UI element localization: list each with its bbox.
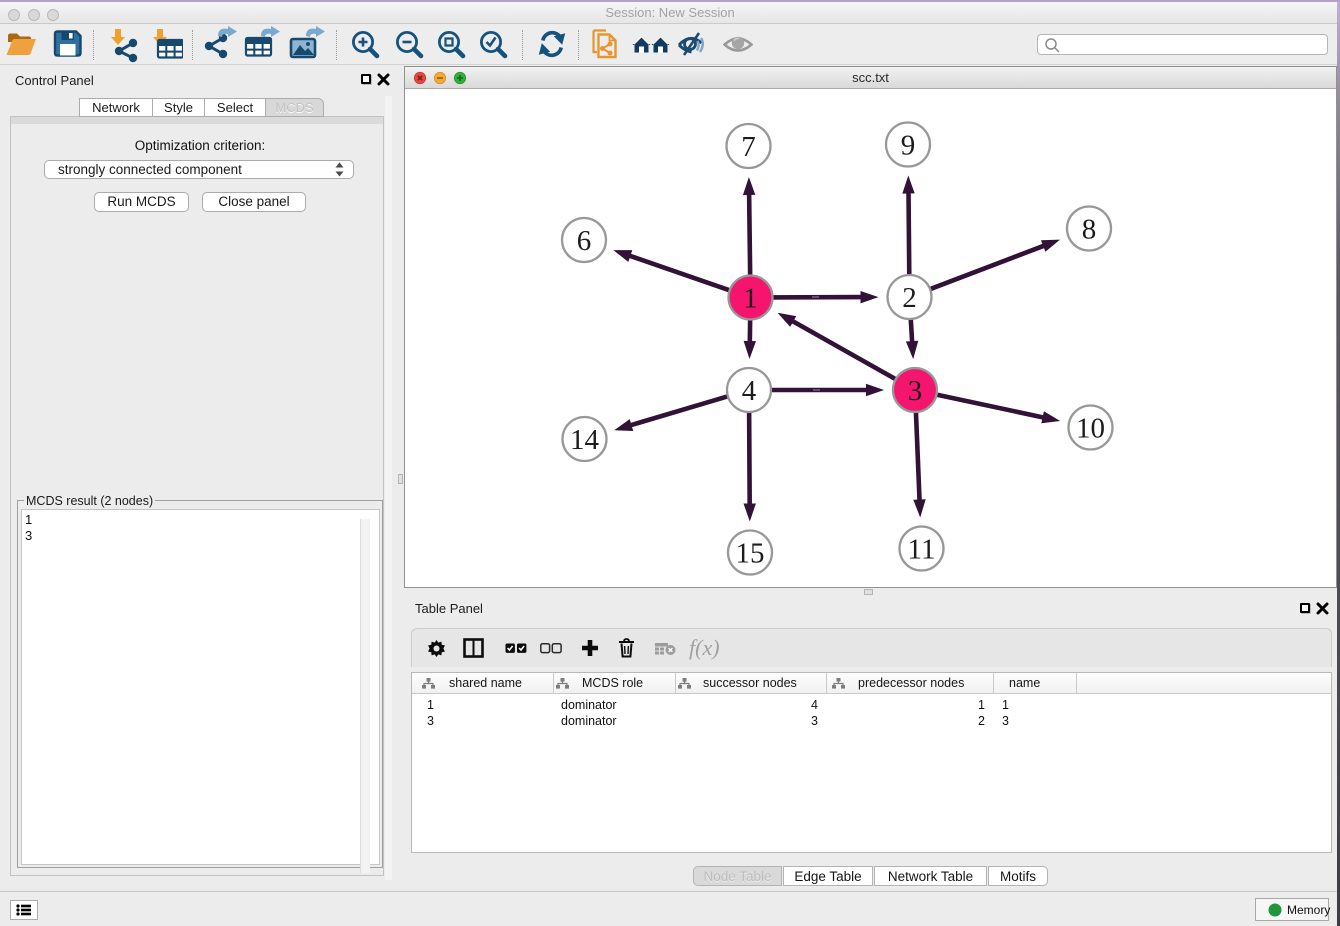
svg-text:9: 9 [901,130,916,162]
svg-text:3: 3 [908,375,923,407]
svg-text:4: 4 [742,375,757,407]
svg-text:15: 15 [736,538,765,570]
svg-text:6: 6 [577,225,592,257]
svg-text:1: 1 [743,283,758,315]
svg-text:11: 11 [908,534,936,566]
svg-text:2: 2 [902,282,917,314]
svg-text:8: 8 [1082,214,1097,246]
svg-text:10: 10 [1076,413,1105,445]
svg-text:14: 14 [570,424,600,456]
svg-text:7: 7 [741,131,756,163]
